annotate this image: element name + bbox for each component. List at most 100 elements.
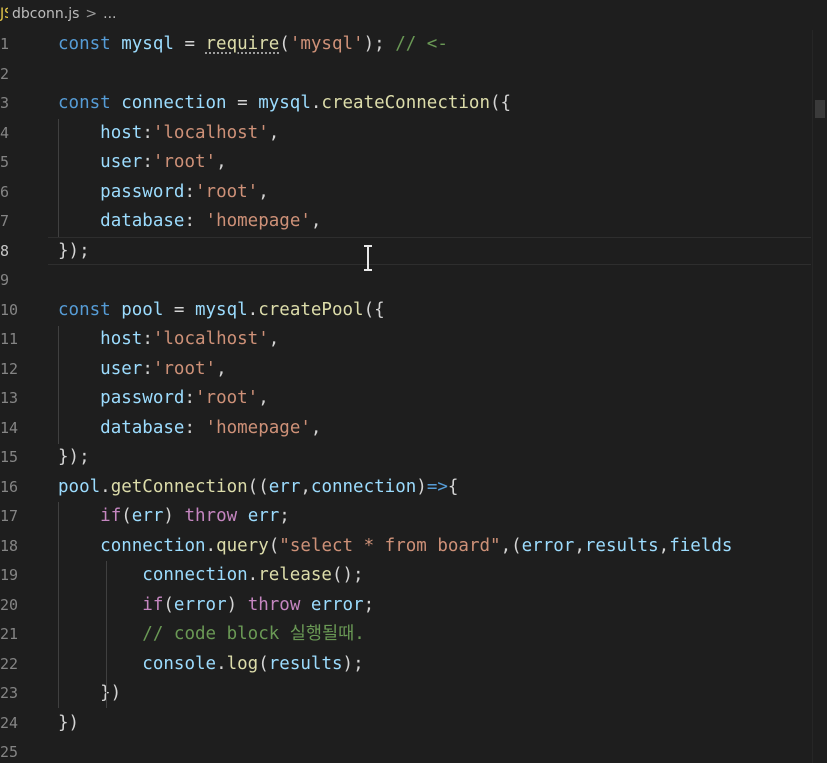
- code-token: error: [521, 535, 575, 556]
- line-number: 8: [0, 241, 10, 260]
- code-token: =>: [426, 476, 448, 497]
- code-line[interactable]: 3 const connection = mysql.createConnecti…: [0, 89, 827, 119]
- code-token: console: [142, 653, 217, 674]
- line-text: const pool = mysql.createPool({: [58, 296, 385, 326]
- code-token: throw: [247, 594, 311, 615]
- scrollbar-thumb[interactable]: [815, 100, 825, 118]
- code-token: .: [205, 535, 217, 556]
- code-token: 'root': [195, 388, 259, 408]
- code-token: :: [142, 122, 153, 143]
- code-token: connection: [142, 565, 248, 585]
- code-token: 'homepage': [205, 211, 311, 231]
- code-token: );: [342, 653, 364, 674]
- line-text: user:'root',: [58, 148, 226, 178]
- line-text: host:'localhost',: [58, 119, 279, 149]
- code-token: ({: [363, 299, 385, 320]
- line-text: password:'root',: [58, 384, 269, 414]
- code-token: ,: [310, 417, 322, 438]
- code-token: {: [447, 476, 459, 497]
- code-token: ,: [658, 535, 670, 556]
- code-token: =: [163, 299, 195, 320]
- code-line[interactable]: 18 connection.query("select * from board…: [0, 532, 827, 562]
- code-line[interactable]: 9: [0, 266, 827, 296]
- line-number: 20: [0, 595, 19, 614]
- code-token: ): [163, 506, 185, 526]
- code-token: ): [416, 476, 427, 497]
- code-token: err: [131, 506, 164, 526]
- code-token: :: [184, 211, 206, 231]
- line-number: 22: [0, 654, 19, 673]
- code-token: mysql: [258, 93, 311, 113]
- line-number: 21: [0, 625, 19, 643]
- code-token: 'root': [195, 181, 259, 202]
- line-number: 17: [0, 507, 19, 525]
- vertical-scrollbar[interactable]: [812, 30, 827, 763]
- code-token: const: [58, 93, 122, 113]
- code-line[interactable]: 5 user:'root',: [0, 148, 827, 178]
- code-token: 'root': [152, 358, 217, 379]
- code-line[interactable]: 12 user:'root',: [0, 355, 827, 385]
- code-token: // code block 실행될때.: [142, 624, 365, 644]
- code-token: error: [173, 594, 227, 615]
- code-line[interactable]: 2: [0, 60, 827, 90]
- code-token: pool: [121, 299, 164, 320]
- code-token: password: [100, 181, 185, 202]
- code-token: ,(: [500, 535, 522, 556]
- line-text: console.log(results);: [58, 650, 364, 680]
- code-editor[interactable]: JS dbconn.js > ... 1 const mysql = requir…: [0, 0, 827, 763]
- line-text: // code block 실행될때.: [58, 620, 365, 650]
- code-line[interactable]: 11 host:'localhost',: [0, 325, 827, 355]
- line-number: 7: [0, 212, 10, 230]
- code-token: const: [58, 34, 122, 54]
- code-token: throw: [184, 506, 248, 526]
- code-line[interactable]: 22 console.log(results);: [0, 650, 827, 680]
- code-line[interactable]: 8});: [0, 236, 827, 267]
- code-token: ,: [574, 535, 585, 556]
- code-token: // <-: [395, 34, 448, 54]
- code-line[interactable]: 13 password:'root',: [0, 384, 827, 414]
- line-text: connection.release();: [58, 561, 363, 591]
- code-token: 'localhost': [152, 329, 269, 349]
- code-line[interactable]: 14 database: 'homepage',: [0, 414, 827, 444]
- code-line[interactable]: 23 }): [0, 679, 827, 709]
- code-line[interactable]: 4 host:'localhost',: [0, 119, 827, 149]
- code-token: :: [184, 388, 195, 408]
- line-number: 18: [0, 536, 19, 555]
- code-line[interactable]: 24}): [0, 709, 827, 739]
- code-token: "select * from board": [279, 535, 501, 556]
- code-line[interactable]: 15});: [0, 443, 827, 473]
- code-line[interactable]: 1 const mysql = require('mysql'); // <-: [0, 30, 827, 60]
- code-area[interactable]: 1 const mysql = require('mysql'); // <- 2 3…: [0, 30, 827, 763]
- code-line[interactable]: 19 connection.release();: [0, 561, 827, 591]
- code-line[interactable]: 20 if(error) throw error;: [0, 591, 827, 621]
- line-number: 23: [0, 684, 19, 702]
- code-token: });: [58, 447, 90, 467]
- code-token: (: [279, 34, 290, 54]
- line-number: 14: [0, 418, 19, 437]
- code-line[interactable]: 25: [0, 738, 827, 763]
- breadcrumb: JS dbconn.js > ...: [0, 0, 827, 28]
- code-token: ,: [268, 122, 280, 143]
- code-line[interactable]: 21 // code block 실행될때.: [0, 620, 827, 650]
- code-token: password: [100, 388, 185, 408]
- code-line[interactable]: 17 if(err) throw err;: [0, 502, 827, 532]
- breadcrumb-ellipsis[interactable]: ...: [103, 6, 116, 22]
- code-line[interactable]: 6 password:'root',: [0, 178, 827, 208]
- code-line[interactable]: 7 database: 'homepage',: [0, 207, 827, 237]
- code-token: release: [258, 565, 332, 585]
- indent-guide: [58, 326, 59, 444]
- line-text: connection.query("select * from board",(…: [58, 532, 732, 562]
- code-token: );: [363, 34, 396, 54]
- line-number: 16: [0, 477, 19, 496]
- code-token: :: [142, 329, 153, 349]
- breadcrumb-file[interactable]: dbconn.js: [12, 6, 79, 22]
- line-number: 4: [0, 123, 10, 142]
- code-line[interactable]: 10 const pool = mysql.createPool({: [0, 296, 827, 326]
- code-token: 'mysql': [289, 34, 364, 54]
- code-token: ({: [490, 93, 512, 113]
- code-line[interactable]: 16 pool.getConnection((err,connection)=>{: [0, 473, 827, 503]
